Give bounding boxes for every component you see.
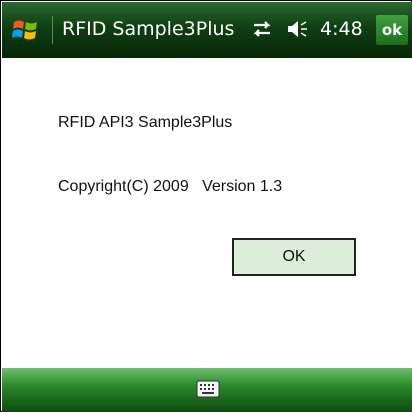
title-bar: RFID Sample3Plus 4:48 ok — [2, 2, 412, 58]
connectivity-arrows-icon[interactable] — [250, 18, 274, 40]
copyright-text: Copyright(C) 2009 — [58, 178, 189, 195]
app-name-text: RFID API3 Sample3Plus — [58, 114, 233, 131]
keyboard-icon[interactable] — [196, 380, 220, 398]
speaker-icon[interactable] — [286, 18, 310, 40]
copyright-version-text: Copyright(C) 2009 Version 1.3 — [58, 178, 282, 196]
app-window: RFID Sample3Plus 4:48 ok RFID API3 Sampl… — [0, 0, 412, 412]
about-dialog: RFID API3 Sample3Plus Copyright(C) 2009 … — [2, 58, 412, 368]
ok-title-button[interactable]: ok — [376, 15, 408, 45]
title-divider — [52, 16, 53, 44]
version-text: Version 1.3 — [202, 178, 283, 195]
clock[interactable]: 4:48 — [320, 18, 363, 40]
bottom-bar — [2, 368, 412, 412]
ok-button[interactable]: OK — [232, 238, 356, 276]
windows-flag-icon[interactable] — [12, 16, 40, 44]
app-title: RFID Sample3Plus — [62, 18, 235, 40]
